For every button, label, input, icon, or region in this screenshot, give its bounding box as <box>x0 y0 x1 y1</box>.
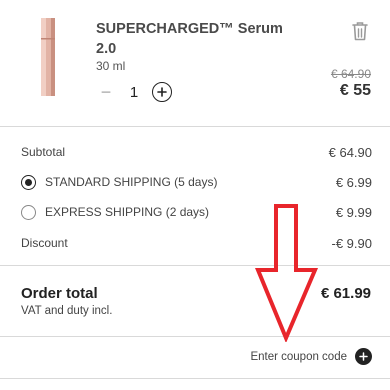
vat-note: VAT and duty incl. <box>21 305 113 317</box>
trash-icon[interactable] <box>350 20 370 42</box>
subtotal-value: € 64.90 <box>328 144 372 160</box>
divider <box>0 378 390 379</box>
divider <box>0 265 390 266</box>
increase-quantity-button[interactable] <box>152 82 172 102</box>
order-total-value: € 61.99 <box>320 285 371 302</box>
radio-unchecked-icon[interactable] <box>21 204 36 220</box>
decrease-quantity-button[interactable]: − <box>96 82 116 102</box>
cart-item: SUPERCHARGED™ Serum 2.0 30 ml − 1 € 64.9… <box>0 0 390 118</box>
plus-circle-icon[interactable] <box>355 348 372 365</box>
product-size: 30 ml <box>96 59 126 73</box>
plus-icon <box>157 87 167 97</box>
divider <box>0 126 390 127</box>
subtotal-label: Subtotal <box>21 145 66 159</box>
shipping-option-standard[interactable]: STANDARD SHIPPING (5 days) € 6.99 <box>21 172 372 192</box>
radio-checked-icon[interactable] <box>21 174 36 190</box>
original-price: € 64.90 <box>330 67 371 81</box>
current-price: € 55 <box>339 82 371 99</box>
shipping-value-standard: € 6.99 <box>335 174 372 190</box>
quantity-value: 1 <box>129 83 139 101</box>
coupon-toggle[interactable]: Enter coupon code <box>250 348 372 365</box>
minus-icon: − <box>100 81 112 102</box>
shipping-option-express[interactable]: EXPRESS SHIPPING (2 days) € 9.99 <box>21 202 372 222</box>
divider <box>0 336 390 337</box>
product-name[interactable]: SUPERCHARGED™ Serum 2.0 <box>96 19 306 59</box>
discount-row: Discount -€ 9.90 <box>21 233 372 253</box>
product-image <box>41 18 55 96</box>
quantity-stepper: − 1 <box>96 81 172 103</box>
shipping-value-express: € 9.99 <box>335 204 372 220</box>
red-down-arrow-annotation <box>255 204 319 342</box>
order-total-label: Order total <box>21 285 98 302</box>
coupon-label[interactable]: Enter coupon code <box>250 351 347 363</box>
discount-label: Discount <box>21 236 68 250</box>
subtotal-row: Subtotal € 64.90 <box>21 142 372 162</box>
shipping-label-express: EXPRESS SHIPPING (2 days) <box>45 205 210 219</box>
shipping-label-standard: STANDARD SHIPPING (5 days) <box>45 175 218 189</box>
discount-value: -€ 9.90 <box>331 235 372 251</box>
